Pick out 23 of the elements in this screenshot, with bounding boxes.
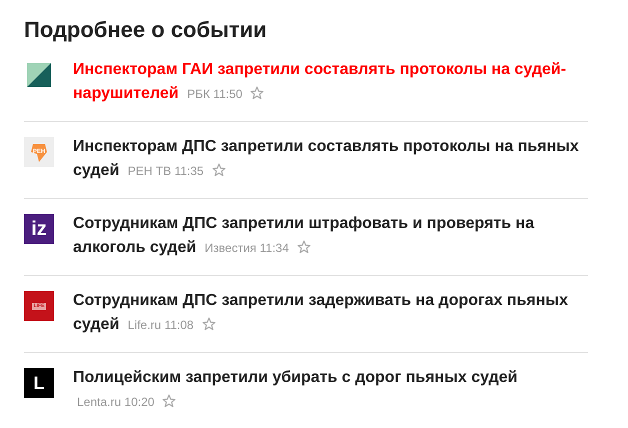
news-source: Life.ru 11:08 [128,318,194,332]
news-headline[interactable]: Сотрудникам ДПС запретили штрафовать и проверять на [73,215,534,232]
star-icon[interactable] [250,86,264,100]
star-icon[interactable] [296,240,311,254]
section-title: Подробнее о событии [24,16,268,44]
news-headline[interactable]: алкоголь судей [73,239,196,256]
logo-icon: L [24,368,54,398]
star-icon[interactable] [162,394,176,408]
news-headline[interactable]: Инспекторам ДПС запретили составлять протоколы на пьяных [73,138,579,155]
news-headline[interactable]: Инспекторам ГАИ запретили составлять протоколы на судей- [73,61,566,78]
news-headline[interactable]: Сотрудникам ДПС запретили задерживать на дорогах пьяных [73,292,568,309]
star-icon[interactable] [212,163,226,177]
news-headline[interactable]: нарушителей [73,85,179,102]
news-source: Известия 11:34 [204,241,289,255]
news-source: Lenta.ru 10:20 [77,395,154,409]
news-source: РБК 11:50 [187,87,242,101]
news-headline[interactable]: Полицейским запретили убирать с дорог пьяных судей [73,369,518,386]
logo-icon: iz [24,214,54,244]
news-headline[interactable]: судей [73,162,120,179]
star-icon[interactable] [202,317,216,331]
news-headline[interactable]: судей [73,316,120,333]
news-source: РЕН ТВ 11:35 [128,164,204,178]
logo-icon [24,60,54,90]
